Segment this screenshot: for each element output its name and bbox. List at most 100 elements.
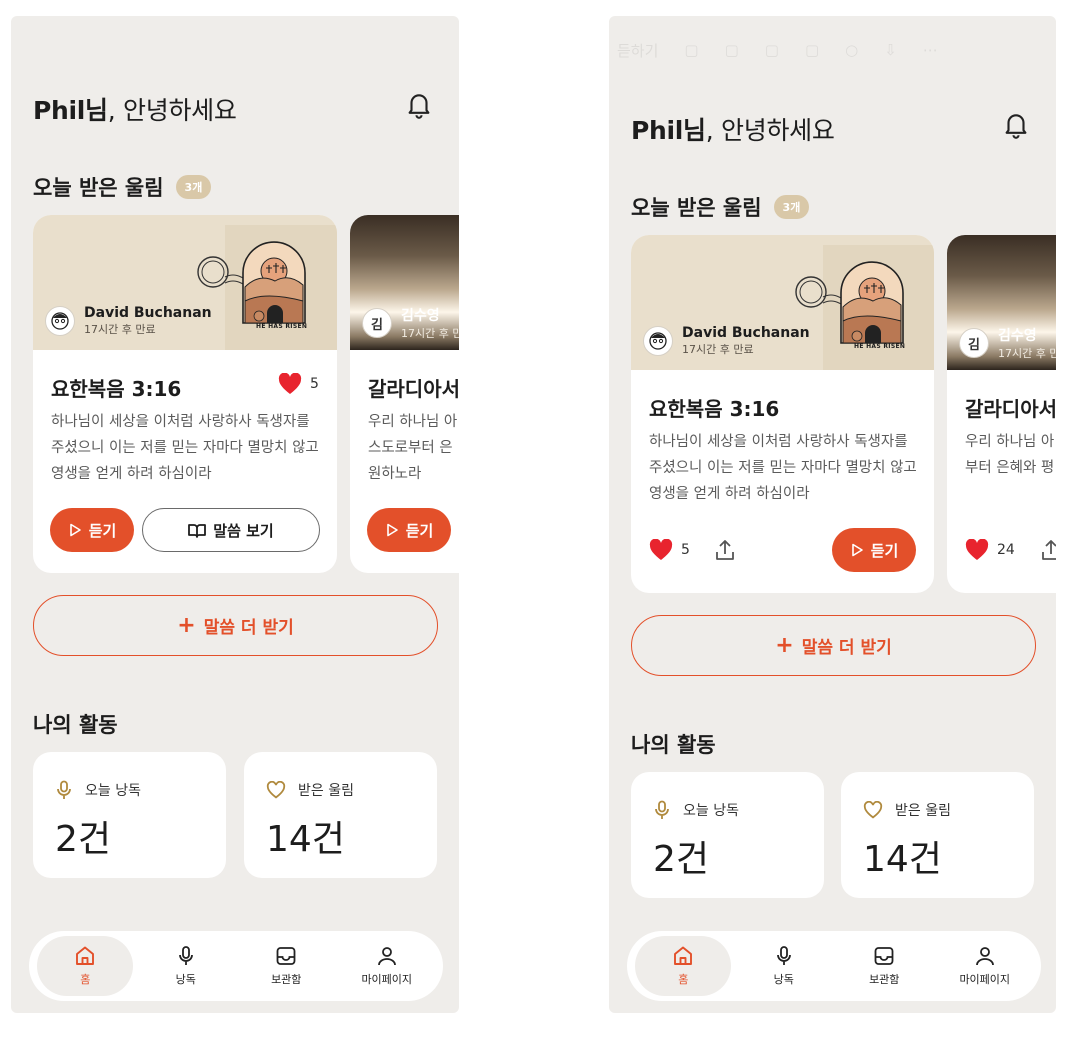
plus-icon: + bbox=[775, 633, 794, 658]
tab-reading[interactable]: 낭독 bbox=[736, 936, 832, 996]
tab-mypage[interactable]: 마이페이지 bbox=[339, 936, 435, 996]
plus-icon: + bbox=[177, 613, 196, 638]
verse-reference: 요한복음 3:16 bbox=[649, 397, 780, 421]
avatar bbox=[45, 306, 75, 336]
heart-icon bbox=[278, 373, 302, 394]
person-icon bbox=[377, 947, 396, 966]
stat-label: 오늘 낭독 bbox=[85, 783, 141, 799]
book-icon bbox=[188, 523, 207, 538]
inbox-icon bbox=[276, 947, 296, 965]
inbox-icon bbox=[874, 947, 894, 965]
play-icon bbox=[386, 523, 398, 537]
stat-today-reading[interactable]: 오늘 낭독 2건 bbox=[33, 752, 226, 878]
verse-text: 우리 하나님 아 부터 은혜와 평 bbox=[965, 434, 1055, 476]
stat-label: 오늘 낭독 bbox=[683, 803, 739, 819]
tab-archive[interactable]: 보관함 bbox=[238, 936, 334, 996]
stat-received[interactable]: 받은 울림 14건 bbox=[244, 752, 437, 878]
tab-home[interactable]: 홈 bbox=[635, 936, 732, 996]
expiry-text: 17시간 후 만료 bbox=[682, 343, 754, 356]
greeting: Phil님, 안녕하세요 bbox=[631, 116, 835, 145]
tab-archive[interactable]: 보관함 bbox=[836, 936, 932, 996]
sender-info: 김 김수영 17시간 후 만 bbox=[362, 305, 459, 341]
microphone-icon bbox=[57, 780, 71, 799]
home-icon bbox=[76, 946, 95, 965]
like-count[interactable]: 5 bbox=[649, 539, 690, 561]
verse-text: 하나님이 세상을 이처럼 사랑하사 독생자를 주셨으니 이는 저를 믿는 자마다… bbox=[51, 414, 319, 482]
microphone-icon bbox=[655, 800, 669, 819]
home-icon bbox=[674, 946, 693, 965]
expiry-text: 17시간 후 만료 bbox=[84, 323, 156, 336]
card-photo: 김 김수영 17시간 후 만 bbox=[350, 215, 459, 350]
received-section-title: 오늘 받은 울림 3개 bbox=[631, 192, 810, 222]
heart-outline-icon bbox=[266, 781, 286, 799]
sender-name: 김수영 bbox=[998, 328, 1037, 344]
sender-info: 김 김수영 17시간 후 만 bbox=[959, 325, 1056, 361]
avatar bbox=[643, 326, 673, 356]
like-count[interactable]: 5 bbox=[278, 373, 319, 395]
sender-name: David Buchanan bbox=[682, 325, 810, 341]
verse-card[interactable]: 김 김수영 17시간 후 만 갈라디아서 우리 하나님 아 스도로부터 은 원하… bbox=[350, 215, 459, 573]
sender-info: David Buchanan 17시간 후 만료 bbox=[45, 305, 212, 337]
verse-card[interactable]: HE HAS RISEN David Buchanan 17시간 후 만료 요한… bbox=[33, 215, 337, 573]
card-art-caption: HE HAS RISEN bbox=[854, 343, 906, 350]
listen-button[interactable]: 듣기 bbox=[50, 508, 134, 552]
card-art: HE HAS RISEN David Buchanan 17시간 후 만료 bbox=[631, 235, 934, 370]
tab-reading[interactable]: 낭독 bbox=[138, 936, 234, 996]
heart-icon bbox=[965, 539, 989, 560]
bottom-tab-bar: 홈 낭독 보관함 마이페이지 bbox=[627, 931, 1041, 1001]
count-badge: 3개 bbox=[175, 175, 212, 199]
verse-reference: 갈라디아서 bbox=[368, 377, 459, 401]
activity-section-title: 나의 활동 bbox=[631, 733, 716, 757]
stat-value: 2건 bbox=[653, 839, 710, 880]
card-art: HE HAS RISEN David Buchanan 17시간 후 만료 bbox=[33, 215, 337, 350]
verse-text: 우리 하나님 아 스도로부터 은 원하노라 bbox=[368, 414, 458, 482]
heart-outline-icon bbox=[863, 801, 883, 819]
faded-toolbar: 듣하기 ▢ ▢ ▢ ▢ ○ ⇩ ⋯ bbox=[617, 41, 938, 60]
more-verses-button[interactable]: + 말씀 더 받기 bbox=[33, 595, 438, 656]
microphone-icon bbox=[776, 946, 791, 965]
verse-reference: 요한복음 3:16 bbox=[51, 377, 182, 401]
count-badge: 3개 bbox=[773, 195, 810, 219]
received-section-title: 오늘 받은 울림 3개 bbox=[33, 172, 212, 202]
avatar: 김 bbox=[959, 328, 989, 358]
stat-value: 14건 bbox=[266, 819, 345, 860]
more-verses-button[interactable]: + 말씀 더 받기 bbox=[631, 615, 1036, 676]
expiry-text: 17시간 후 만 bbox=[998, 347, 1056, 360]
like-count[interactable]: 24 bbox=[965, 539, 1015, 561]
sender-name: David Buchanan bbox=[84, 305, 212, 321]
stat-today-reading[interactable]: 오늘 낭독 2건 bbox=[631, 772, 824, 898]
avatar: 김 bbox=[362, 308, 392, 338]
person-icon bbox=[975, 947, 994, 966]
card-photo: 김 김수영 17시간 후 만 bbox=[947, 235, 1056, 370]
verse-card[interactable]: 김 김수영 17시간 후 만 갈라디아서 우리 하나님 아 부터 은혜와 평 2… bbox=[947, 235, 1056, 593]
tab-home[interactable]: 홈 bbox=[37, 936, 134, 996]
listen-button[interactable]: 듣기 bbox=[832, 528, 916, 572]
play-icon bbox=[69, 523, 81, 537]
verse-reference: 갈라디아서 bbox=[965, 397, 1056, 421]
stat-value: 14건 bbox=[863, 839, 942, 880]
play-icon bbox=[851, 543, 863, 557]
greeting: Phil님, 안녕하세요 bbox=[33, 96, 237, 125]
stat-label: 받은 울림 bbox=[895, 803, 951, 819]
microphone-icon bbox=[178, 946, 193, 965]
verse-card[interactable]: HE HAS RISEN David Buchanan 17시간 후 만료 요한… bbox=[631, 235, 934, 593]
share-icon[interactable] bbox=[1039, 538, 1056, 562]
sender-name: 김수영 bbox=[401, 308, 440, 324]
stat-label: 받은 울림 bbox=[298, 783, 354, 799]
phone-screen-left: Phil님, 안녕하세요 오늘 받은 울림 3개 HE HAS RISEN Da… bbox=[11, 16, 459, 1013]
bell-icon[interactable] bbox=[404, 89, 434, 119]
stat-value: 2건 bbox=[55, 819, 112, 860]
bell-icon[interactable] bbox=[1001, 109, 1031, 139]
phone-screen-right: 듣하기 ▢ ▢ ▢ ▢ ○ ⇩ ⋯ Phil님, 안녕하세요 오늘 받은 울림 3개 bbox=[609, 16, 1056, 1013]
verse-text: 하나님이 세상을 이처럼 사랑하사 독생자를 주셨으니 이는 저를 믿는 자마다… bbox=[649, 434, 917, 502]
heart-icon bbox=[649, 539, 673, 560]
listen-button[interactable]: 듣기 bbox=[367, 508, 451, 552]
read-verse-button[interactable]: 말씀 보기 bbox=[142, 508, 320, 552]
bottom-tab-bar: 홈 낭독 보관함 마이페이지 bbox=[29, 931, 443, 1001]
share-icon[interactable] bbox=[713, 538, 737, 562]
card-art-caption: HE HAS RISEN bbox=[256, 323, 308, 330]
sender-info: David Buchanan 17시간 후 만료 bbox=[643, 325, 810, 357]
stat-received[interactable]: 받은 울림 14건 bbox=[841, 772, 1034, 898]
activity-section-title: 나의 활동 bbox=[33, 713, 118, 737]
tab-mypage[interactable]: 마이페이지 bbox=[937, 936, 1033, 996]
